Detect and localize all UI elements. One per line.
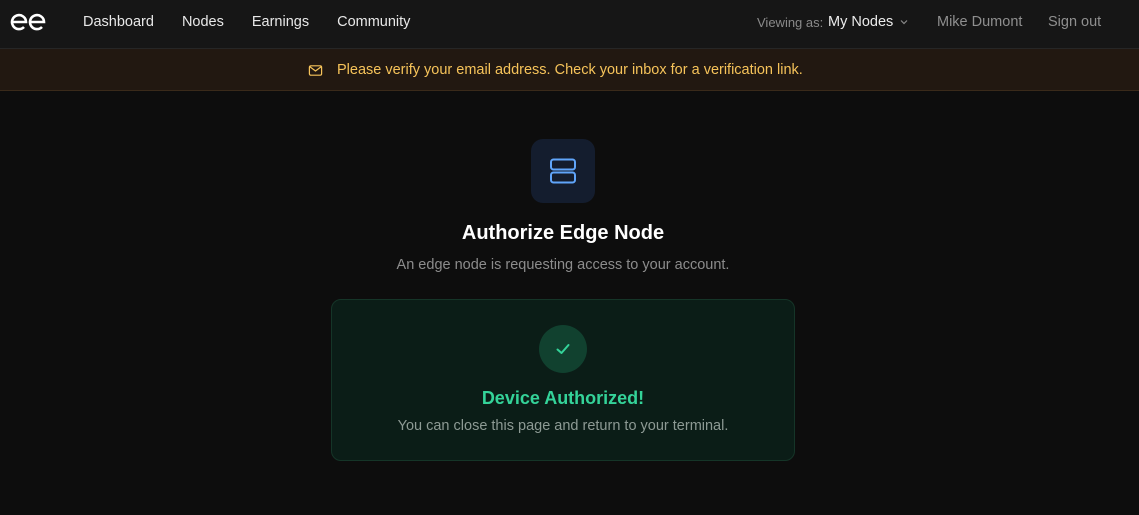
server-icon xyxy=(550,158,576,184)
server-icon-tile xyxy=(531,139,595,203)
page-subtitle: An edge node is requesting access to you… xyxy=(396,257,730,273)
viewing-as-label: Viewing as: xyxy=(757,14,824,30)
viewing-as-value: My Nodes xyxy=(828,14,894,30)
nav-dashboard[interactable]: Dashboard xyxy=(83,14,154,30)
top-nav-bar: Dashboard Nodes Earnings Community Viewi… xyxy=(0,0,1139,49)
authorized-card: Device Authorized! You can close this pa… xyxy=(331,299,795,461)
verify-email-banner: Please verify your email address. Check … xyxy=(0,49,1139,91)
nav-earnings[interactable]: Earnings xyxy=(252,14,309,30)
mail-icon xyxy=(308,64,323,76)
check-icon xyxy=(556,344,570,354)
logo-icon[interactable] xyxy=(10,10,48,34)
sign-out-link[interactable]: Sign out xyxy=(1048,0,1101,44)
authorized-title: Device Authorized! xyxy=(481,388,645,408)
success-badge xyxy=(539,325,587,373)
banner-text: Please verify your email address. Check … xyxy=(337,62,803,78)
viewing-as-select[interactable]: My Nodes xyxy=(828,0,909,44)
authorized-message: You can close this page and return to yo… xyxy=(397,418,729,434)
user-name[interactable]: Mike Dumont xyxy=(937,0,1022,44)
page-title: Authorize Edge Node xyxy=(461,222,665,244)
nav-nodes[interactable]: Nodes xyxy=(182,14,224,30)
main-nav: Dashboard Nodes Earnings Community xyxy=(83,0,438,44)
nav-community[interactable]: Community xyxy=(337,14,410,30)
chevron-down-icon xyxy=(900,20,908,25)
